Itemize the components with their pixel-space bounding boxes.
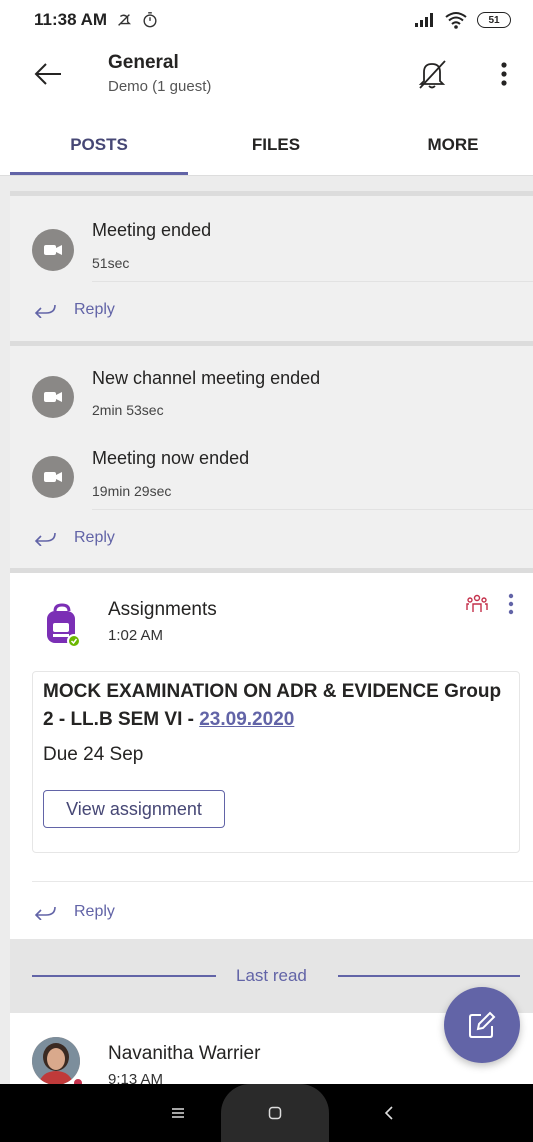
last-read-line: [32, 975, 216, 977]
presence-busy-badge: [72, 1077, 84, 1084]
more-vertical-icon: [508, 593, 514, 615]
view-assignment-button[interactable]: View assignment: [43, 790, 225, 828]
backpack-icon: [47, 603, 81, 648]
status-bar: 11:38 AM 51: [0, 0, 533, 40]
tab-files[interactable]: FILES: [188, 114, 364, 176]
meeting-avatar: [32, 456, 74, 498]
meeting-card: New channel meeting ended 2min 53sec Mee…: [10, 346, 533, 568]
battery-indicator: 51: [477, 12, 511, 28]
post-time: 1:02 AM: [108, 627, 164, 644]
reply-label: Reply: [74, 903, 115, 920]
channel-header: General Demo (1 guest): [0, 40, 533, 114]
meeting-duration: 51sec: [92, 255, 130, 271]
status-right-group: 51: [413, 11, 511, 29]
assignment-post: Assignments 1:02 AM MOCK EXAMINATION ON …: [10, 573, 533, 939]
reply-button[interactable]: Reply: [34, 524, 115, 552]
chevron-left-icon: [384, 1106, 393, 1120]
meeting-title: Meeting now ended: [92, 448, 250, 468]
tab-more[interactable]: MORE: [364, 114, 533, 176]
meeting-duration: 19min 29sec: [92, 483, 172, 499]
reply-arrow-icon: [34, 906, 56, 920]
bell-off-icon: [418, 60, 446, 89]
notifications-button[interactable]: [410, 52, 454, 96]
tab-posts[interactable]: POSTS: [10, 114, 188, 176]
reply-label: Reply: [74, 301, 115, 318]
reply-arrow-icon: [34, 532, 56, 546]
people-icon: [466, 594, 488, 612]
last-read-line: [338, 975, 520, 977]
last-read-label: Last read: [236, 966, 307, 985]
meeting-title: Meeting ended: [92, 220, 212, 240]
home-button[interactable]: [221, 1084, 329, 1142]
meeting-avatar: [32, 376, 74, 418]
video-camera-icon: [44, 472, 62, 482]
status-time: 11:38 AM: [34, 10, 108, 29]
divider: [32, 881, 533, 882]
header-more-button[interactable]: [488, 54, 520, 94]
meeting-duration: 2min 53sec: [92, 402, 164, 418]
team-icon[interactable]: [466, 593, 488, 615]
assignment-date-link[interactable]: 23.09.2020: [199, 709, 294, 730]
post-author: Assignments: [108, 599, 217, 620]
home-square-icon: [268, 1106, 282, 1120]
reply-button[interactable]: Reply: [34, 296, 115, 324]
avatar[interactable]: [32, 1037, 80, 1084]
compose-button[interactable]: [444, 987, 520, 1063]
reply-button[interactable]: Reply: [34, 898, 115, 926]
reply-label: Reply: [74, 529, 115, 546]
divider: [92, 281, 533, 282]
alarm-off-icon: [118, 14, 132, 26]
signal-icon: [415, 13, 433, 27]
meeting-card: Meeting ended 51sec Reply: [10, 196, 533, 341]
compose-icon: [469, 1011, 496, 1038]
assignment-due-date: Due 24 Sep: [43, 744, 144, 765]
more-vertical-icon: [501, 62, 507, 86]
channel-title: General: [108, 52, 179, 73]
meeting-avatar: [32, 229, 74, 271]
channel-subtitle: Demo (1 guest): [108, 78, 212, 95]
divider: [92, 509, 533, 510]
meeting-title: New channel meeting ended: [92, 368, 321, 388]
user-photo-icon: [32, 1037, 80, 1084]
channel-tabs: POSTS FILES MORE: [0, 114, 533, 176]
menu-icon: [172, 1108, 184, 1118]
reply-arrow-icon: [34, 304, 56, 318]
system-nav-bar: [0, 1084, 533, 1142]
posts-feed: Meeting ended 51sec Reply New channel me…: [10, 177, 533, 1084]
wifi-icon: [445, 12, 467, 29]
system-back-button[interactable]: [374, 1098, 404, 1128]
post-time: 9:13 AM: [108, 1071, 164, 1084]
assignment-title: MOCK EXAMINATION ON ADR & EVIDENCE Group…: [43, 678, 513, 734]
recents-button[interactable]: [163, 1098, 193, 1128]
post-more-button[interactable]: [502, 591, 520, 617]
post-author: Navanitha Warrier: [108, 1043, 261, 1064]
timer-icon: [143, 12, 157, 28]
assignments-app-avatar: [44, 603, 81, 648]
video-camera-icon: [44, 392, 62, 402]
video-camera-icon: [44, 245, 62, 255]
channel-title-block[interactable]: General Demo (1 guest): [108, 52, 211, 95]
status-time-group: 11:38 AM: [34, 10, 159, 30]
assignment-card: MOCK EXAMINATION ON ADR & EVIDENCE Group…: [32, 671, 520, 853]
active-tab-indicator: [10, 172, 188, 175]
arrow-left-icon: [34, 63, 61, 85]
back-button[interactable]: [28, 54, 68, 94]
